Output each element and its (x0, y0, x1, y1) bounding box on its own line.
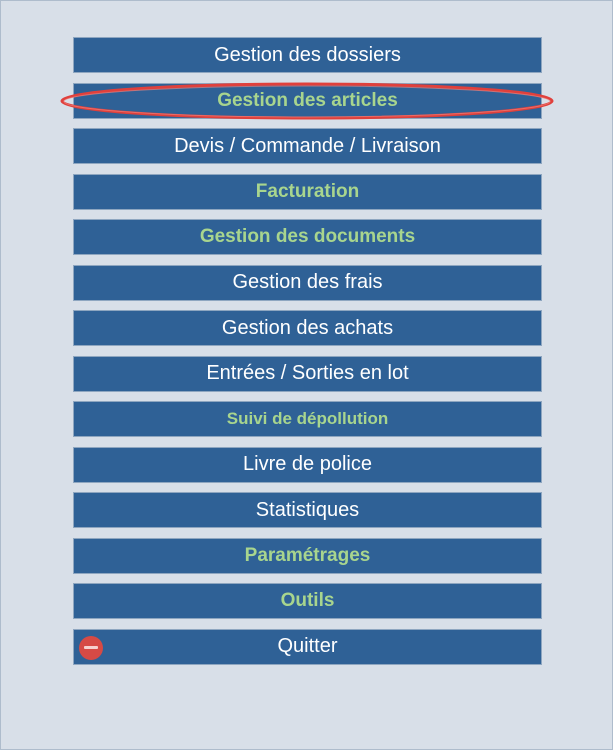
menu-item-label: Quitter (277, 635, 338, 657)
main-menu: Gestion des dossiers Gestion des article… (73, 37, 542, 674)
menu-item-label: Gestion des documents (199, 226, 416, 247)
menu-item-label: Gestion des articles (217, 89, 398, 111)
quitter-button[interactable]: Quitter (73, 628, 542, 665)
outils-button[interactable]: Outils (73, 583, 542, 619)
menu-item-label: Statistiques (255, 498, 360, 521)
menu-item-label: Livre de police (243, 453, 372, 475)
entrees-sorties-lot-button[interactable]: Entrées / Sorties en lot (73, 355, 542, 392)
menu-item-label: Devis / Commande / Livraison (174, 134, 441, 157)
gestion-articles-button[interactable]: Gestion des articles (73, 82, 542, 119)
gestion-dossiers-button[interactable]: Gestion des dossiers (73, 37, 542, 73)
statistiques-button[interactable]: Statistiques (73, 492, 542, 528)
menu-item-label: Facturation (255, 180, 360, 202)
menu-item-label: Paramétrages (244, 544, 371, 566)
gestion-documents-button[interactable]: Gestion des documents (73, 219, 542, 255)
menu-item-label: Gestion des achats (221, 316, 394, 339)
menu-item-label: Gestion des frais (232, 271, 383, 293)
facturation-button[interactable]: Facturation (73, 173, 542, 210)
menu-item-label: Outils (280, 590, 335, 611)
gestion-frais-button[interactable]: Gestion des frais (73, 264, 542, 301)
suivi-depollution-button[interactable]: Suivi de dépollution (73, 401, 542, 437)
parametrages-button[interactable]: Paramétrages (73, 537, 542, 574)
menu-item-label: Gestion des dossiers (214, 43, 401, 66)
menu-item-label: Entrées / Sorties en lot (206, 362, 409, 384)
gestion-achats-button[interactable]: Gestion des achats (73, 310, 542, 346)
menu-item-label: Suivi de dépollution (226, 409, 389, 428)
livre-police-button[interactable]: Livre de police (73, 446, 542, 483)
no-entry-icon (79, 635, 103, 660)
devis-commande-livraison-button[interactable]: Devis / Commande / Livraison (73, 128, 542, 164)
window-frame: Gestion des dossiers Gestion des article… (0, 0, 613, 750)
